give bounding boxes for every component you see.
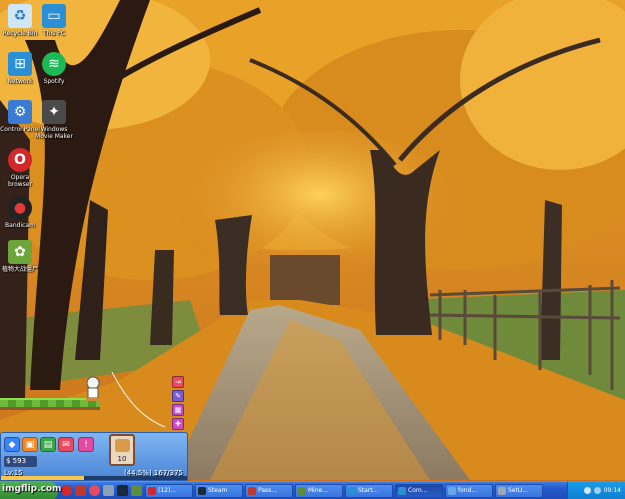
- desktop-icon-label: Windows Movie Maker: [35, 126, 73, 140]
- mail-icon[interactable]: ✉: [58, 437, 74, 452]
- task-label: Start...: [358, 487, 379, 494]
- task-label: (12)...: [158, 487, 177, 494]
- desktop-icon-windows-movie-maker[interactable]: ✦ Windows Movie Maker: [34, 100, 74, 140]
- task-label: fond...: [458, 487, 478, 494]
- taskbar: (12)... Steam Pass... Mine... Start... C…: [0, 481, 625, 499]
- task-button[interactable]: Mine...: [295, 483, 343, 498]
- desktop-icon-label: Bandicam: [5, 222, 35, 229]
- spotify-icon: ≋: [42, 52, 66, 76]
- bandicam-icon: ●: [8, 196, 32, 220]
- task-list: (12)... Steam Pass... Mine... Start... C…: [145, 483, 567, 498]
- desktop-icon-this-pc[interactable]: ▭ This PC: [34, 4, 74, 37]
- money-counter: $ 593: [4, 456, 37, 467]
- task-button[interactable]: fond...: [445, 483, 493, 498]
- task-label: SetU...: [508, 487, 528, 494]
- wrench-icon[interactable]: ✎: [172, 390, 184, 402]
- experience-bar: [1, 476, 187, 480]
- task-label: Pass...: [258, 487, 277, 494]
- clock[interactable]: 09:14: [604, 487, 621, 494]
- desktop-icon-opera[interactable]: O Opera browser: [0, 148, 40, 188]
- window-icon: [398, 486, 406, 495]
- task-button[interactable]: Steam: [195, 483, 243, 498]
- opera-icon: [148, 486, 156, 495]
- plus-icon[interactable]: ✚: [172, 418, 184, 430]
- app-icon: [248, 486, 256, 495]
- imgflip-watermark: imgflip.com: [2, 484, 62, 494]
- grid-icon[interactable]: ▦: [172, 404, 184, 416]
- task-button[interactable]: SetU...: [495, 483, 543, 498]
- experience-bar-fill: [1, 476, 84, 480]
- task-button[interactable]: Pass...: [245, 483, 293, 498]
- desktop-icon-label: 植物大战僵尸: [1, 266, 38, 273]
- system-tray: 09:14: [567, 481, 625, 499]
- volume-icon[interactable]: [583, 487, 591, 494]
- chat-icon[interactable]: ◆: [4, 437, 20, 452]
- image-icon: [448, 486, 456, 495]
- desktop-icon-label: Opera browser: [7, 174, 32, 188]
- desktop-icon-bandicam[interactable]: ● Bandicam: [0, 196, 40, 229]
- network-icon: ⊞: [8, 52, 32, 76]
- movie-maker-icon: ✦: [42, 100, 66, 124]
- bag-icon[interactable]: ▣: [22, 437, 38, 452]
- opera-icon: O: [8, 148, 32, 172]
- desktop-game-widget[interactable]: ⇥ ✎ ▦ ✚ ▮ ▼ ◆ ▣ ▤ ✉ ! $ 593 10 Lv.15 (44…: [0, 372, 190, 481]
- desktop-icon-label: This PC: [43, 30, 65, 37]
- media-icon[interactable]: [75, 485, 86, 496]
- steam-icon[interactable]: [117, 485, 128, 496]
- item-count: 10: [117, 455, 127, 463]
- computer-icon: ▭: [42, 4, 66, 28]
- task-label: Steam: [208, 487, 228, 494]
- quick-launch: [58, 485, 145, 496]
- desktop-icon-label: Spotify: [43, 78, 65, 85]
- opera-icon[interactable]: [61, 485, 72, 496]
- bread-icon: [115, 439, 130, 452]
- exit-icon[interactable]: ⇥: [172, 376, 184, 388]
- network-status-icon[interactable]: [593, 487, 601, 494]
- desktop-icon-game[interactable]: ✿ 植物大战僵尸: [0, 240, 40, 273]
- task-button[interactable]: (12)...: [145, 483, 193, 498]
- task-button[interactable]: Com...: [395, 483, 443, 498]
- alert-icon[interactable]: !: [78, 437, 94, 452]
- minecraft-icon: [298, 486, 306, 495]
- tool-icon[interactable]: [103, 485, 114, 496]
- window-icon: [348, 486, 356, 495]
- store-icon[interactable]: [131, 485, 142, 496]
- plant-icon: ✿: [8, 240, 32, 264]
- desktop-icon-spotify[interactable]: ≋ Spotify: [34, 52, 74, 85]
- game-status-panel: ◆ ▣ ▤ ✉ ! $ 593 10 Lv.15 (44.5%) 167/375: [0, 432, 188, 481]
- steam-icon: [198, 486, 206, 495]
- setup-icon: [498, 486, 506, 495]
- shop-icon[interactable]: ▤: [40, 437, 56, 452]
- character-sprite[interactable]: [82, 376, 104, 402]
- browser-icon[interactable]: [89, 485, 100, 496]
- task-label: Mine...: [308, 487, 329, 494]
- recycle-bin-icon: ♻: [8, 4, 32, 28]
- task-label: Com...: [408, 487, 428, 494]
- item-slot[interactable]: 10: [109, 434, 135, 466]
- control-panel-icon: ⚙: [8, 100, 32, 124]
- task-button[interactable]: Start...: [345, 483, 393, 498]
